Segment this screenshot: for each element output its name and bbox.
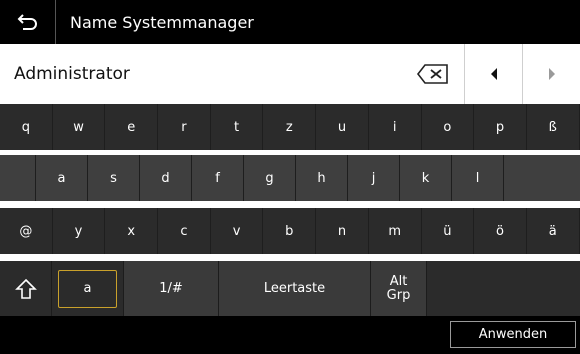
keyboard-row-3: @ y x c v b n m ü ö ä [0,208,580,254]
space-key[interactable]: Leertaste [219,261,371,316]
key-row1-2[interactable]: e [105,104,159,150]
key-row2-8[interactable]: l [452,155,504,201]
key-row2-1[interactable]: s [88,155,140,201]
title-bar: Name Systemmanager [0,0,580,44]
back-button[interactable] [0,0,56,44]
lowercase-mode-key[interactable]: a [52,261,124,316]
key-row1-1[interactable]: w [52,104,106,150]
key-row3-10[interactable]: ä [526,208,580,254]
key-row2-0[interactable]: a [36,155,88,201]
delete-button[interactable] [402,44,464,104]
empty-control-area [427,261,580,316]
key-row2-7[interactable]: k [400,155,452,201]
key-row2-6[interactable]: j [348,155,400,201]
cursor-right-button[interactable] [522,44,580,104]
row2-spacer-left [0,155,36,201]
key-row1-9[interactable]: p [474,104,527,150]
control-row: a 1/# Leertaste Alt Grp [0,261,580,316]
key-row2-4[interactable]: g [244,155,296,201]
backspace-icon [416,64,448,84]
key-row3-7[interactable]: m [368,208,422,254]
key-row1-7[interactable]: i [368,104,422,150]
key-row3-1[interactable]: y [52,208,106,254]
key-row2-5[interactable]: h [296,155,348,201]
key-row3-2[interactable]: x [105,208,159,254]
key-row3-8[interactable]: ü [421,208,475,254]
name-input-row: Administrator [0,44,580,104]
shift-icon [14,278,37,299]
key-row3-6[interactable]: n [316,208,369,254]
keyboard-row-2: asdfghjkl [0,155,580,201]
altgr-label-1: Alt [389,273,408,289]
key-row1-5[interactable]: z [263,104,317,150]
key-row1-3[interactable]: r [158,104,211,150]
name-input[interactable]: Administrator [0,44,402,104]
cursor-right-icon [548,68,555,80]
shift-key[interactable] [0,261,52,316]
key-row3-3[interactable]: c [158,208,211,254]
footer-bar: Anwenden [0,316,580,354]
cursor-left-button[interactable] [464,44,522,104]
key-row3-4[interactable]: v [210,208,264,254]
key-row1-8[interactable]: o [421,104,475,150]
key-row1-4[interactable]: t [210,104,264,150]
lowercase-mode-label: a [58,269,117,308]
row2-spacer-right [504,155,580,201]
key-row2-3[interactable]: f [192,155,244,201]
keyboard-row-1: qwertzuiopß [0,104,580,150]
key-row2-2[interactable]: d [140,155,192,201]
page-title: Name Systemmanager [70,12,254,32]
keyboard-screen: Name Systemmanager Administrator qwertzu… [0,0,580,354]
altgr-label-2: Grp [386,287,411,303]
key-row3-5[interactable]: b [263,208,317,254]
symbol-mode-key[interactable]: 1/# [124,261,219,316]
key-row1-0[interactable]: q [0,104,53,150]
back-arrow-icon [17,14,37,30]
altgr-key[interactable]: Alt Grp [371,261,427,316]
key-row1-10[interactable]: ß [526,104,580,150]
key-row1-6[interactable]: u [316,104,369,150]
apply-button[interactable]: Anwenden [450,321,576,348]
cursor-left-icon [490,68,497,80]
key-row3-9[interactable]: ö [474,208,527,254]
key-row3-0[interactable]: @ [0,208,53,254]
